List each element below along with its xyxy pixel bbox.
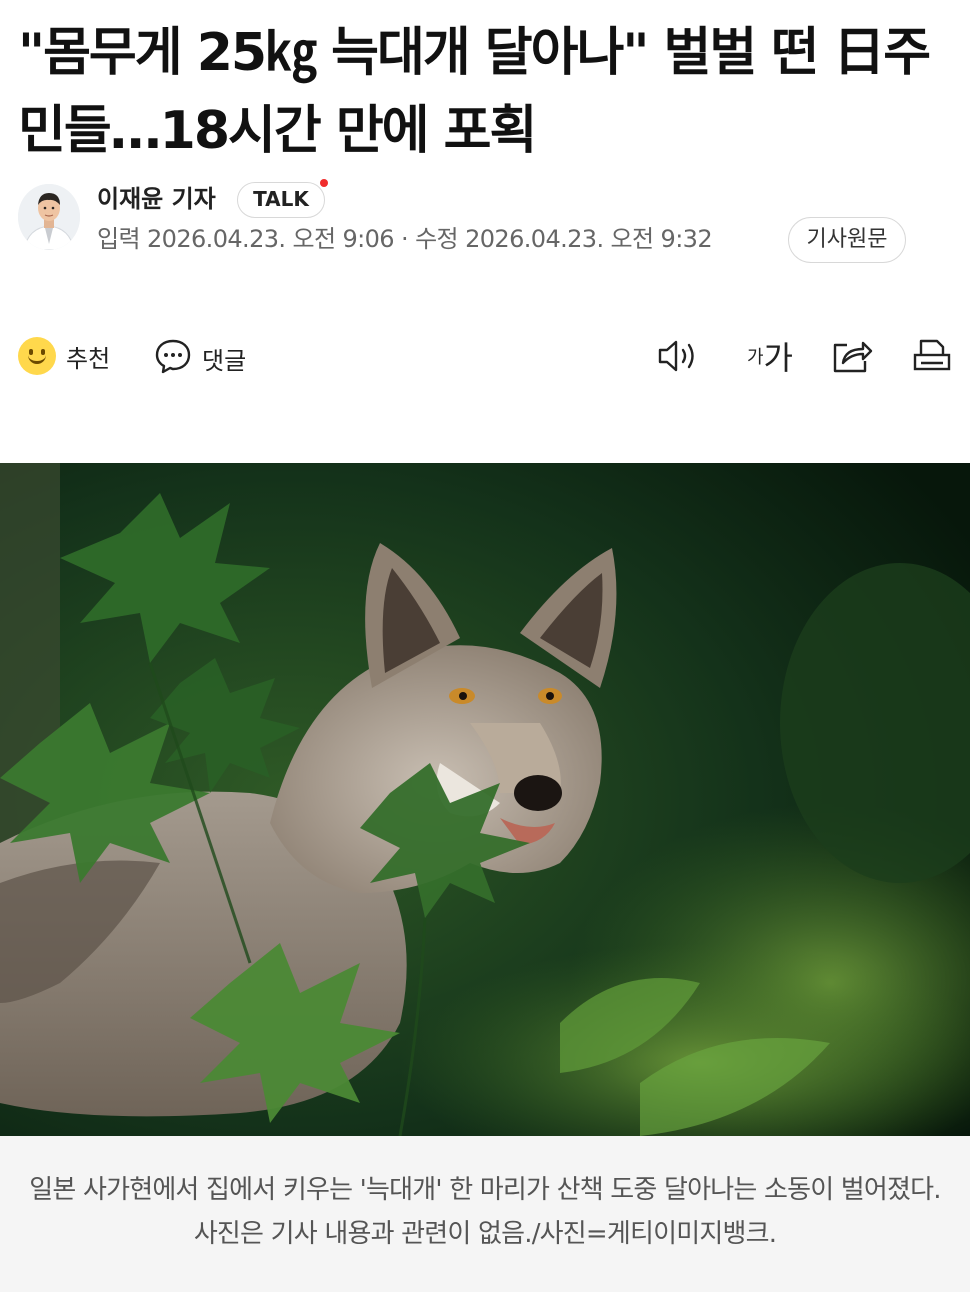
recommend-button[interactable]: 추천 [18, 337, 110, 375]
font-size-icon[interactable]: 가가 [742, 334, 798, 378]
date-separator: · [401, 225, 409, 253]
reporter-avatar[interactable] [18, 184, 80, 250]
photo-caption-area: 일본 사가현에서 집에서 키우는 '늑대개' 한 마리가 산책 도중 달아나는 … [0, 1136, 970, 1292]
comment-button[interactable]: 댓글 [154, 337, 246, 379]
modified-time: 2026.04.23. 오전 9:32 [465, 225, 713, 253]
font-size-large: 가 [763, 339, 793, 377]
comment-icon [154, 337, 192, 379]
share-icon[interactable] [830, 334, 874, 378]
smile-icon [18, 337, 56, 375]
publish-dates: 입력 2026.04.23. 오전 9:06 · 수정 2026.04.23. … [97, 224, 713, 254]
recommend-label: 추천 [66, 344, 111, 373]
input-time: 2026.04.23. 오전 9:06 [147, 225, 395, 253]
original-article-button[interactable]: 기사원문 [788, 217, 906, 263]
comment-label: 댓글 [202, 346, 247, 375]
reporter-name[interactable]: 이재윤 기자 [97, 184, 216, 214]
modified-label: 수정 [415, 225, 459, 253]
article-photo[interactable] [0, 463, 970, 1136]
photo-caption: 일본 사가현에서 집에서 키우는 '늑대개' 한 마리가 산책 도중 달아나는 … [29, 1175, 941, 1249]
article-toolbar: 추천 댓글 가가 [0, 328, 970, 384]
speaker-icon[interactable] [656, 334, 700, 378]
byline: 이재윤 기자 TALK 입력 2026.04.23. 오전 9:06 · 수정 … [18, 179, 958, 263]
input-label: 입력 [97, 225, 141, 253]
article-headline: "몸무게 25㎏ 늑대개 달아나" 벌벌 떤 日주민들…18시간 만에 포획 [18, 23, 931, 161]
font-size-small: 가 [746, 347, 764, 368]
talk-button[interactable]: TALK [237, 182, 325, 218]
print-icon[interactable] [910, 334, 954, 378]
notification-dot [320, 179, 328, 187]
